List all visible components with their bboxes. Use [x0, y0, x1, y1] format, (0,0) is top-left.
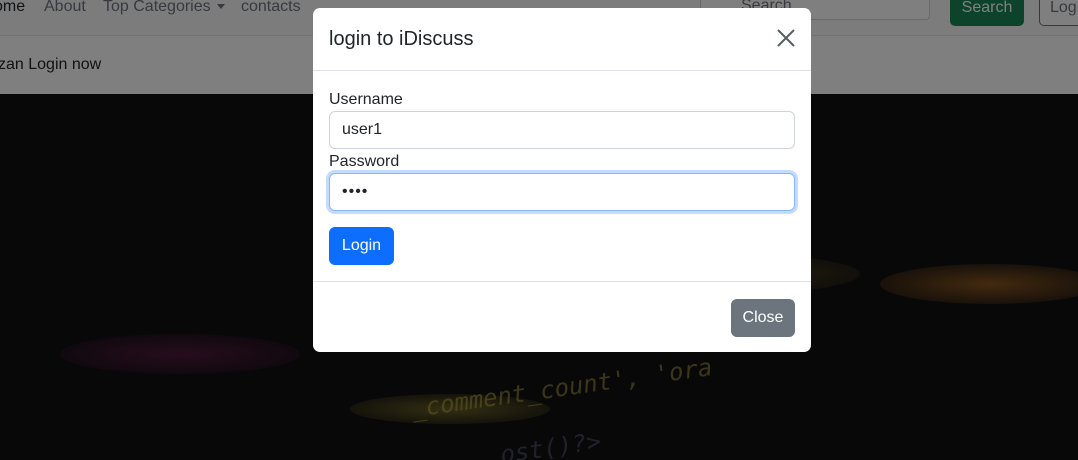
modal-body: Username Password Login [313, 71, 811, 282]
login-submit-button[interactable]: Login [329, 227, 394, 265]
username-label: Username [329, 91, 403, 108]
password-field[interactable] [329, 173, 795, 211]
login-modal: login to iDiscuss Username Password Logi… [313, 8, 811, 352]
modal-header: login to iDiscuss [313, 8, 811, 71]
close-icon[interactable] [775, 27, 797, 49]
close-button[interactable]: Close [731, 299, 795, 337]
modal-title: login to iDiscuss [329, 28, 474, 50]
username-field[interactable] [329, 111, 795, 149]
password-label: Password [329, 153, 400, 170]
modal-footer: Close [313, 281, 811, 352]
